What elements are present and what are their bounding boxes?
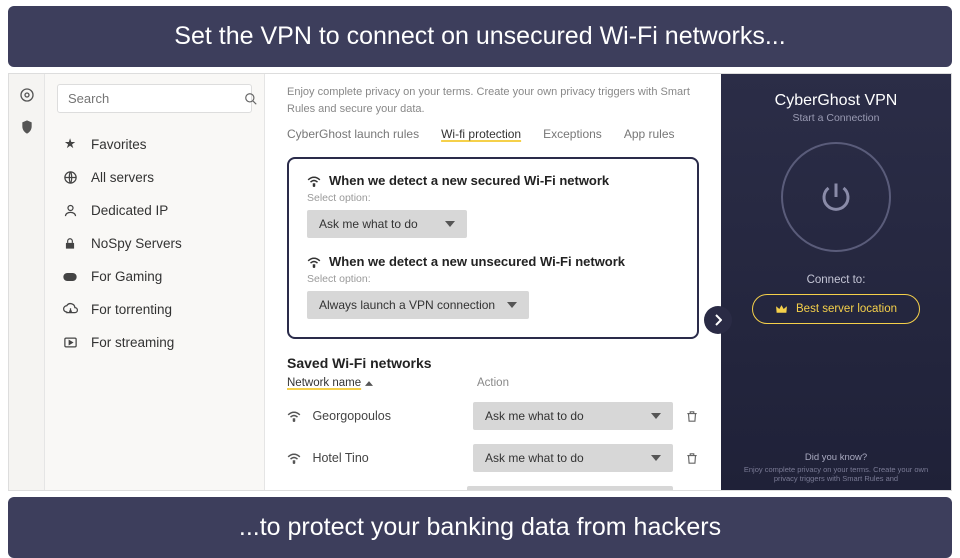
sidebar-item-dedicated-ip[interactable]: Dedicated IP [57, 194, 252, 227]
left-rail [9, 74, 45, 490]
shield-icon[interactable] [18, 86, 36, 104]
delete-icon[interactable] [685, 451, 699, 466]
main-content: Enjoy complete privacy on your terms. Cr… [265, 74, 721, 490]
search-box[interactable] [57, 84, 252, 113]
unsecured-dropdown[interactable]: Always launch a VPN connection [307, 291, 529, 319]
power-button[interactable] [781, 142, 891, 252]
chevron-down-icon [507, 302, 517, 308]
brand-title: CyberGhost VPN [775, 92, 898, 110]
expand-button[interactable] [704, 306, 732, 334]
best-location-button[interactable]: Best server location [752, 294, 920, 324]
power-icon [818, 179, 854, 215]
wifi-icon [307, 256, 321, 268]
secured-hint: Select option: [307, 192, 679, 204]
user-icon [61, 203, 79, 218]
download-icon [61, 302, 79, 317]
secured-value: Ask me what to do [319, 217, 418, 231]
sidebar-item-label: NoSpy Servers [91, 236, 182, 251]
sidebar-item-label: For Gaming [91, 269, 162, 284]
sidebar-item-label: For torrenting [91, 302, 172, 317]
sidebar-item-all-servers[interactable]: All servers [57, 161, 252, 194]
unsecured-section: When we detect a new unsecured Wi-Fi net… [307, 254, 679, 319]
network-action-dropdown[interactable]: Ask me what to do [473, 402, 673, 430]
sidebar-item-torrenting[interactable]: For torrenting [57, 293, 252, 326]
tip-footer: Did you know? Enjoy complete privacy on … [731, 452, 941, 485]
star-icon: ★ [61, 136, 79, 152]
tabs: CyberGhost launch rules Wi-fi protection… [287, 127, 699, 143]
tip-desc: Enjoy complete privacy on your terms. Cr… [731, 465, 941, 485]
lock-icon [61, 237, 79, 251]
tab-exceptions[interactable]: Exceptions [543, 127, 602, 143]
delete-icon[interactable] [685, 409, 699, 424]
sidebar-item-gaming[interactable]: For Gaming [57, 260, 252, 293]
crown-icon [775, 304, 788, 315]
tip-title: Did you know? [731, 452, 941, 463]
secured-dropdown[interactable]: Ask me what to do [307, 210, 467, 238]
wifi-icon [307, 175, 321, 187]
chevron-right-icon [714, 314, 722, 326]
privacy-icon[interactable] [18, 118, 36, 136]
top-banner: Set the VPN to connect on unsecured Wi-F… [8, 6, 952, 67]
saved-row: Georgopoulos Ask me what to do [287, 395, 699, 437]
connection-panel: CyberGhost VPN Start a Connection Connec… [721, 74, 951, 490]
intro-text: Enjoy complete privacy on your terms. Cr… [287, 84, 699, 117]
play-icon [61, 335, 79, 350]
wifi-icon [287, 410, 312, 422]
network-name: Hotel Tino [312, 451, 473, 465]
column-action: Action [477, 377, 509, 389]
unsecured-value: Always launch a VPN connection [319, 298, 495, 312]
sidebar-item-label: For streaming [91, 335, 174, 350]
network-action-dropdown[interactable]: Never launch a VPN connection [467, 486, 673, 490]
bottom-banner: ...to protect your banking data from hac… [8, 497, 952, 558]
column-network-name[interactable]: Network name [287, 377, 373, 389]
saved-header: Network name Action [287, 377, 699, 389]
unsecured-title: When we detect a new unsecured Wi-Fi net… [329, 254, 625, 269]
sidebar: ★ Favorites All servers Dedicated IP NoSp… [45, 74, 265, 490]
network-name: Georgopoulos [312, 409, 473, 423]
tab-launch-rules[interactable]: CyberGhost launch rules [287, 127, 419, 143]
wifi-rules-card: When we detect a new secured Wi-Fi netwo… [287, 157, 699, 339]
sidebar-item-favorites[interactable]: ★ Favorites [57, 127, 252, 161]
search-input[interactable] [68, 91, 244, 106]
globe-icon [61, 170, 79, 185]
unsecured-hint: Select option: [307, 273, 679, 285]
saved-row: Hotel Tino Ask me what to do [287, 437, 699, 479]
network-action-dropdown[interactable]: Ask me what to do [473, 444, 673, 472]
app-window: ★ Favorites All servers Dedicated IP NoSp… [8, 73, 952, 491]
brand-subtitle: Start a Connection [793, 112, 880, 124]
saved-row: Hristovski_Tenda Never launch a VPN conn… [287, 479, 699, 490]
best-location-label: Best server location [796, 303, 897, 315]
tab-wifi-protection[interactable]: Wi-fi protection [441, 127, 521, 143]
search-icon [244, 92, 258, 106]
sidebar-item-label: Dedicated IP [91, 203, 168, 218]
sidebar-item-label: All servers [91, 170, 154, 185]
sidebar-item-label: Favorites [91, 137, 147, 152]
secured-section: When we detect a new secured Wi-Fi netwo… [307, 173, 679, 238]
gamepad-icon [61, 271, 79, 283]
sidebar-item-streaming[interactable]: For streaming [57, 326, 252, 359]
secured-title: When we detect a new secured Wi-Fi netwo… [329, 173, 609, 188]
connect-to-label: Connect to: [807, 274, 866, 286]
sidebar-item-nospy[interactable]: NoSpy Servers [57, 227, 252, 260]
saved-networks-title: Saved Wi-Fi networks [287, 355, 699, 371]
tab-app-rules[interactable]: App rules [624, 127, 675, 143]
wifi-icon [287, 452, 312, 464]
chevron-down-icon [445, 221, 455, 227]
